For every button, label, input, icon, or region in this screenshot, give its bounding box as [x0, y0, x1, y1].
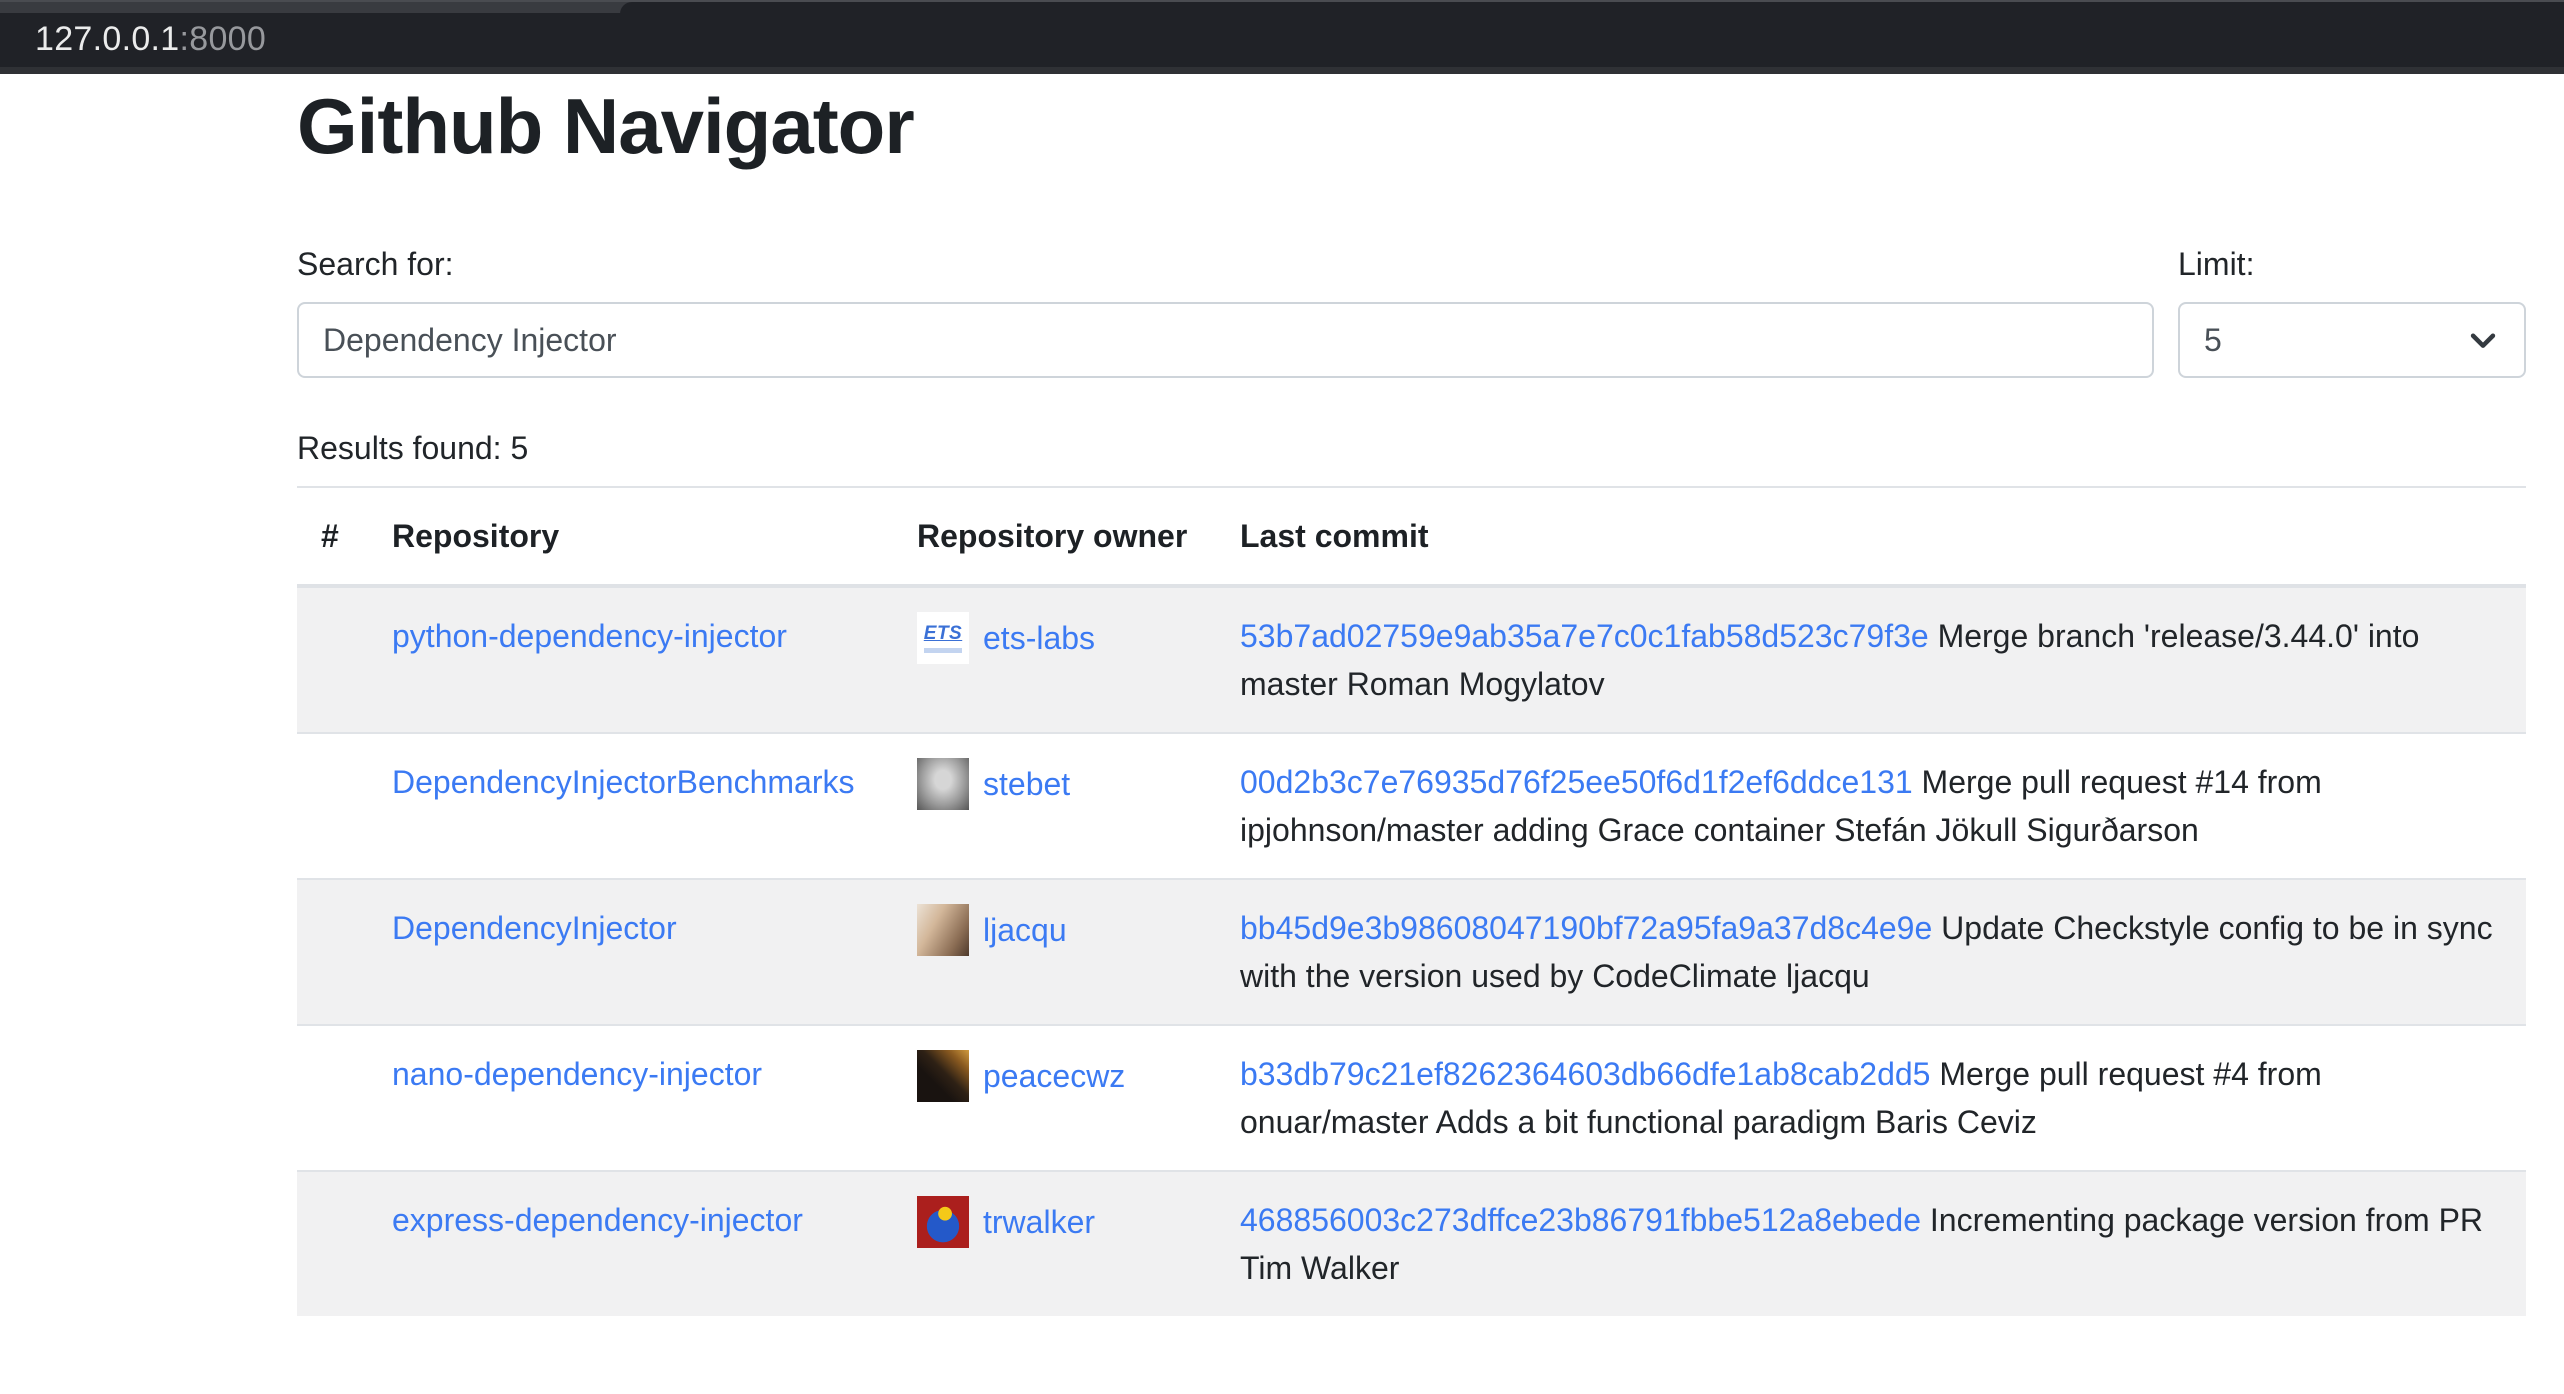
table-row: express-dependency-injector trwalker 468…	[297, 1171, 2526, 1316]
avatar-stebet	[917, 758, 969, 810]
table-header-row: # Repository Repository owner Last commi…	[297, 487, 2526, 586]
address-bar[interactable]: 127.0.0.1:8000	[35, 21, 266, 57]
owner-cell: trwalker	[917, 1196, 1192, 1248]
limit-select[interactable]: 5	[2178, 302, 2526, 378]
url-port: :8000	[180, 20, 267, 58]
table-row: python-dependency-injector ETS ets-labs …	[297, 586, 2526, 733]
avatar-ljacqu	[917, 904, 969, 956]
commit-hash-link[interactable]: 00d2b3c7e76935d76f25ee50f6d1f2ef6ddce131	[1240, 764, 1913, 800]
row-number-cell	[297, 733, 368, 879]
results-count: Results found: 5	[297, 424, 2526, 472]
page-title: Github Navigator	[297, 74, 2526, 174]
owner-link[interactable]: trwalker	[983, 1198, 1095, 1246]
limit-selected-value: 5	[2204, 322, 2222, 359]
page-container: Github Navigator Search for: Limit: 5 Re…	[297, 74, 2526, 1316]
owner-cell: stebet	[917, 758, 1192, 810]
col-header-repository: Repository	[368, 487, 893, 586]
owner-link[interactable]: stebet	[983, 760, 1070, 808]
owner-cell: ETS ets-labs	[917, 612, 1192, 664]
ets-logo-text: ETS	[924, 624, 962, 644]
row-number-cell	[297, 1171, 368, 1316]
results-table: # Repository Repository owner Last commi…	[297, 486, 2526, 1316]
row-number-cell	[297, 879, 368, 1025]
last-commit-cell: bb45d9e3b98608047190bf72a95fa9a37d8c4e9e…	[1216, 879, 2526, 1025]
last-commit-cell: 468856003c273dffce23b86791fbbe512a8ebede…	[1216, 1171, 2526, 1316]
search-form: Search for: Limit: 5	[297, 240, 2526, 378]
url-host: 127.0.0.1	[35, 20, 180, 58]
commit-hash-link[interactable]: 53b7ad02759e9ab35a7e7c0c1fab58d523c79f3e	[1240, 618, 1929, 654]
row-number-cell	[297, 586, 368, 733]
repository-link[interactable]: DependencyInjector	[392, 910, 677, 946]
chevron-down-icon	[2466, 323, 2500, 357]
repository-link[interactable]: nano-dependency-injector	[392, 1056, 762, 1092]
ets-logo-subtext	[924, 648, 962, 653]
search-input[interactable]	[297, 302, 2154, 378]
browser-chrome: 127.0.0.1:8000	[0, 0, 2564, 74]
limit-label: Limit:	[2178, 240, 2526, 288]
commit-hash-link[interactable]: bb45d9e3b98608047190bf72a95fa9a37d8c4e9e	[1240, 910, 1932, 946]
search-label: Search for:	[297, 240, 2154, 288]
owner-cell: peacecwz	[917, 1050, 1192, 1102]
owner-cell: ljacqu	[917, 904, 1192, 956]
table-row: DependencyInjectorBenchmarks stebet 00d2…	[297, 733, 2526, 879]
table-row: DependencyInjector ljacqu bb45d9e3b98608…	[297, 879, 2526, 1025]
search-field-group: Search for:	[297, 240, 2154, 378]
owner-link[interactable]: ets-labs	[983, 614, 1095, 662]
commit-hash-link[interactable]: b33db79c21ef8262364603db66dfe1ab8cab2dd5	[1240, 1056, 1930, 1092]
repository-link[interactable]: DependencyInjectorBenchmarks	[392, 764, 854, 800]
avatar-peacecwz	[917, 1050, 969, 1102]
chrome-bottom-border	[0, 67, 2564, 74]
repository-link[interactable]: express-dependency-injector	[392, 1202, 803, 1238]
col-header-number: #	[297, 487, 368, 586]
avatar-ets-labs: ETS	[917, 612, 969, 664]
row-number-cell	[297, 1025, 368, 1171]
col-header-last-commit: Last commit	[1216, 487, 2526, 586]
browser-active-tab[interactable]	[620, 2, 2564, 15]
limit-field-group: Limit: 5	[2178, 240, 2526, 378]
last-commit-cell: 00d2b3c7e76935d76f25ee50f6d1f2ef6ddce131…	[1216, 733, 2526, 879]
last-commit-cell: b33db79c21ef8262364603db66dfe1ab8cab2dd5…	[1216, 1025, 2526, 1171]
owner-link[interactable]: ljacqu	[983, 906, 1067, 954]
owner-link[interactable]: peacecwz	[983, 1052, 1125, 1100]
last-commit-cell: 53b7ad02759e9ab35a7e7c0c1fab58d523c79f3e…	[1216, 586, 2526, 733]
commit-hash-link[interactable]: 468856003c273dffce23b86791fbbe512a8ebede	[1240, 1202, 1921, 1238]
col-header-owner: Repository owner	[893, 487, 1216, 586]
table-row: nano-dependency-injector peacecwz b33db7…	[297, 1025, 2526, 1171]
avatar-trwalker	[917, 1196, 969, 1248]
repository-link[interactable]: python-dependency-injector	[392, 618, 787, 654]
